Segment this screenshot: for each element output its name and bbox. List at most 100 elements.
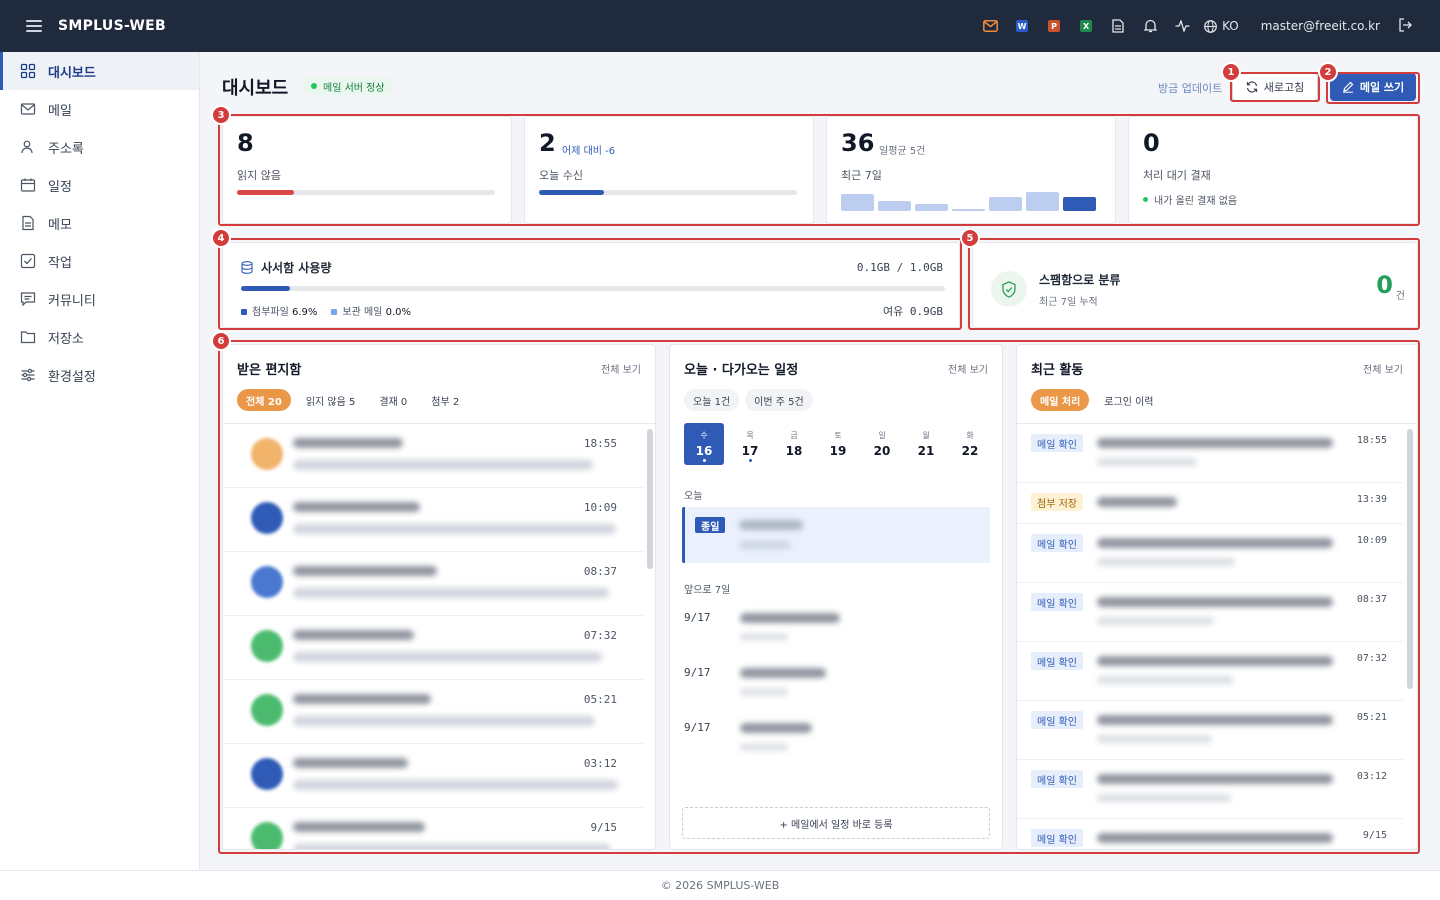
calendar-day[interactable]: 토 19	[816, 423, 860, 465]
inbox-mail-row[interactable]: 08:37	[223, 552, 643, 616]
sidebar-item-storage[interactable]: 저장소	[0, 318, 199, 356]
activity-row[interactable]: 첨부 저장 13:39	[1017, 483, 1403, 524]
activity-scrollbar[interactable]	[1407, 429, 1413, 689]
inbox-mail-row[interactable]: 07:32	[223, 616, 643, 680]
inbox-tab-approval[interactable]: 결재 0	[370, 389, 416, 411]
activity-tab-mail[interactable]: 메일 처리	[1031, 389, 1090, 411]
sidebar-item-settings[interactable]: 환경설정	[0, 356, 199, 394]
sidebar-item-community[interactable]: 커뮤니티	[0, 280, 199, 318]
inbox-mail-row[interactable]: 10:09	[223, 488, 643, 552]
powerpoint-icon[interactable]: P	[1038, 10, 1070, 42]
calendar-day[interactable]: 화 22	[948, 423, 992, 465]
activity-row[interactable]: 메일 확인 9/15	[1017, 819, 1403, 849]
activity-tab-login[interactable]: 로그인 이력	[1095, 389, 1162, 411]
language-selector[interactable]: KO	[1204, 19, 1239, 33]
refresh-label: 새로고침	[1263, 81, 1305, 94]
calendar-day[interactable]: 수 16	[684, 423, 724, 465]
activity-row[interactable]: 메일 확인 10:09	[1017, 524, 1403, 583]
spam-sub: 최근 7일 누적	[1039, 297, 1098, 308]
menu-icon[interactable]	[26, 20, 42, 32]
word-icon[interactable]: W	[1006, 10, 1038, 42]
activity-row[interactable]: 메일 확인 18:55	[1017, 424, 1403, 483]
annotation-badge: 3	[211, 105, 231, 125]
kpi-today-card[interactable]: 2 어제 대비 -6 오늘 수신	[524, 116, 814, 224]
inbox-tab-all[interactable]: 전체 20	[237, 389, 291, 411]
upcoming-event[interactable]: 9/17	[670, 658, 1000, 708]
activity-row[interactable]: 메일 확인 08:37	[1017, 583, 1403, 642]
register-event-from-mail-button[interactable]: + 메일에서 일정 바로 등록	[682, 807, 990, 839]
approval-note-text: 내가 올린 결재 없음	[1154, 196, 1238, 207]
inbox-view-all-link[interactable]: 전체 보기	[601, 361, 641, 376]
avatar	[251, 758, 283, 790]
inbox-mail-row[interactable]: 05:21	[223, 680, 643, 744]
calendar-day[interactable]: 금 18	[772, 423, 816, 465]
inbox-mail-row[interactable]: 18:55	[223, 424, 643, 488]
inbox-mail-row[interactable]: 03:12	[223, 744, 643, 808]
calendar-day[interactable]: 목 17	[728, 423, 772, 465]
sidebar-item-label: 대시보드	[48, 65, 96, 81]
day-of-week: 월	[922, 431, 930, 440]
app-title: SMPLUS-WEB	[58, 18, 167, 34]
event-date: 9/17	[684, 666, 711, 679]
spam-card[interactable]: 스팸함으로 분류 최근 7일 누적 0 건	[972, 242, 1418, 328]
minibar	[989, 197, 1022, 211]
spam-unit: 건	[1395, 291, 1405, 302]
day-of-week: 토	[834, 431, 842, 440]
upcoming-event[interactable]: 9/17	[670, 713, 1000, 763]
mail-icon[interactable]	[974, 10, 1006, 42]
sidebar-item-mail[interactable]: 메일	[0, 90, 199, 128]
day-number: 20	[873, 444, 891, 458]
logout-icon[interactable]	[1398, 17, 1412, 35]
sidebar-item-tasks[interactable]: 작업	[0, 242, 199, 280]
calendar-view-all-link[interactable]: 전체 보기	[948, 361, 988, 376]
sidebar-item-dashboard[interactable]: 대시보드	[0, 52, 199, 90]
sidebar-item-calendar[interactable]: 일정	[0, 166, 199, 204]
activity-title: 최근 활동	[1031, 363, 1084, 378]
kpi-week-card[interactable]: 36 일평균 5건 최근 7일	[826, 116, 1116, 224]
bell-icon[interactable]	[1134, 10, 1166, 42]
activity-row[interactable]: 메일 확인 03:12	[1017, 760, 1403, 819]
compose-mail-button[interactable]: 메일 쓰기	[1330, 73, 1416, 101]
sidebar-item-memo[interactable]: 메모	[0, 204, 199, 242]
calendar-day[interactable]: 월 21	[904, 423, 948, 465]
activity-row[interactable]: 메일 확인 07:32	[1017, 642, 1403, 701]
inbox-tab-unread[interactable]: 읽지 않음 5	[297, 389, 365, 411]
inbox-mail-row[interactable]: 9/15	[223, 808, 643, 849]
avatar	[251, 438, 283, 470]
inbox-scrollbar[interactable]	[647, 429, 653, 569]
activity-time: 9/15	[1362, 830, 1387, 841]
main-content: 대시보드 메일 서버 정상 방금 업데이트 새로고침 메일 쓰기 8 읽지 않음…	[200, 52, 1440, 870]
today-event[interactable]: 종일	[682, 507, 990, 563]
compose-label: 메일 쓰기	[1359, 81, 1405, 94]
kpi-value: 2	[539, 129, 556, 157]
document-icon[interactable]	[1102, 10, 1134, 42]
pencil-icon	[1342, 81, 1354, 93]
activity-icon[interactable]	[1166, 10, 1198, 42]
grid-icon	[20, 63, 36, 79]
excel-icon[interactable]: X	[1070, 10, 1102, 42]
activity-view-all-link[interactable]: 전체 보기	[1363, 361, 1403, 376]
kpi-unread-card[interactable]: 8 읽지 않음	[222, 116, 512, 224]
calendar-day[interactable]: 일 20	[860, 423, 904, 465]
sidebar-item-contacts[interactable]: 주소록	[0, 128, 199, 166]
kpi-approval-card[interactable]: 0 처리 대기 결재 내가 올린 결재 없음	[1128, 116, 1418, 224]
day-of-week: 목	[746, 431, 754, 440]
inbox-tab-attachment[interactable]: 첨부 2	[422, 389, 468, 411]
language-label: KO	[1222, 19, 1239, 33]
mail-icon	[20, 103, 36, 115]
activity-panel: 최근 활동 전체 보기 메일 처리 로그인 이력 메일 확인 18:55 첨부 저장…	[1016, 344, 1418, 850]
top-bar: SMPLUS-WEB W P X KO master@freeit.co.kr	[0, 0, 1440, 52]
minibar	[952, 209, 985, 211]
community-icon	[20, 292, 36, 307]
mail-time: 07:32	[583, 629, 617, 642]
minibar	[1026, 192, 1059, 211]
refresh-icon	[1246, 81, 1257, 93]
calendar-filter-today[interactable]: 오늘 1건	[684, 389, 740, 411]
refresh-button[interactable]: 새로고침	[1232, 73, 1318, 101]
avatar	[251, 822, 283, 849]
upcoming-event[interactable]: 9/17	[670, 603, 1000, 653]
user-email[interactable]: master@freeit.co.kr	[1261, 19, 1380, 33]
activity-row[interactable]: 메일 확인 05:21	[1017, 701, 1403, 760]
activity-time: 07:32	[1356, 653, 1387, 664]
calendar-filter-week[interactable]: 이번 주 5건	[745, 389, 813, 411]
